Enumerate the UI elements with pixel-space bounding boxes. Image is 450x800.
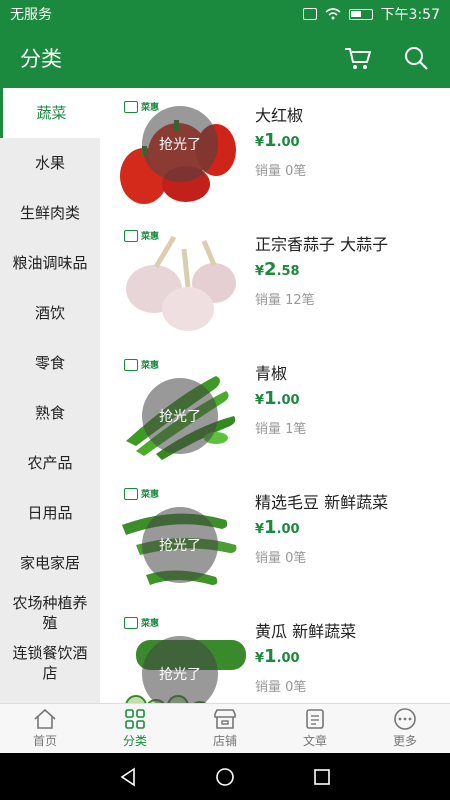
product-image: 菜惠 抢光了 (116, 356, 246, 466)
brand-logo: 菜惠 (124, 487, 159, 500)
sidebar-item-farm-products[interactable]: 农产品 (0, 438, 100, 488)
brand-logo: 菜惠 (124, 616, 159, 629)
article-icon (306, 709, 324, 729)
sidebar-item-vegetables[interactable]: 蔬菜 (0, 88, 100, 138)
product-item[interactable]: 菜惠 抢光了 黄瓜 新鲜蔬菜 ¥1.00 销量 0笔 (100, 604, 450, 703)
product-name: 正宗香蒜子 大蒜子 (255, 235, 389, 254)
sidebar-item-fresh-meat[interactable]: 生鲜肉类 (0, 188, 100, 238)
more-icon (394, 708, 416, 730)
wifi-icon (325, 8, 341, 20)
back-icon[interactable] (117, 766, 139, 788)
product-price: ¥1.00 (255, 646, 300, 667)
sidebar-item-farming[interactable]: 农场种植养殖 (0, 588, 100, 638)
sidebar-item-deli[interactable]: 熟食 (0, 388, 100, 438)
brand-logo: 菜惠 (124, 100, 159, 113)
product-price: ¥1.00 (255, 517, 300, 538)
store-icon (214, 709, 236, 729)
product-sales: 销量 0笔 (255, 164, 307, 179)
brand-logo: 菜惠 (124, 358, 159, 371)
sidebar-item-label: 酒饮 (34, 304, 65, 322)
sidebar-item-fruit[interactable]: 水果 (0, 138, 100, 188)
search-button[interactable] (402, 44, 430, 72)
product-list: 菜惠 抢光了 大红椒 ¥1.00 销量 0笔 菜惠 正宗香蒜子 大蒜子 ¥2.5… (100, 88, 450, 703)
sidebar-item-label: 水果 (34, 154, 65, 172)
product-name: 大红椒 (255, 106, 304, 125)
product-name: 精选毛豆 新鲜蔬菜 (255, 493, 389, 512)
sold-out-badge: 抢光了 (142, 378, 218, 454)
product-sales: 销量 1笔 (255, 422, 307, 437)
sidebar-item-home-appliances[interactable]: 家电家居 (0, 538, 100, 588)
home-button-icon[interactable] (214, 766, 236, 788)
product-image: 菜惠 抢光了 (116, 98, 246, 208)
sidebar-item-label: 日用品 (27, 504, 73, 522)
nav-category[interactable]: 分类 (90, 704, 180, 753)
sidebar-item-label: 蔬菜 (36, 104, 67, 122)
nav-label: 文章 (302, 734, 327, 748)
sidebar-item-label: 农场种植养殖 (12, 594, 88, 632)
sidebar-item-restaurant-chain[interactable]: 连锁餐饮酒店 (0, 638, 100, 688)
sold-out-badge: 抢光了 (142, 636, 218, 703)
app-bar: 分类 (0, 28, 450, 88)
page-title: 分类 (20, 47, 62, 71)
bottom-nav: 首页 分类 店铺 文章 更多 (0, 703, 450, 753)
sidebar-item-label: 连锁餐饮酒店 (12, 644, 88, 682)
product-sales: 销量 12笔 (255, 293, 315, 308)
product-image: 菜惠 抢光了 (116, 485, 246, 595)
nav-home[interactable]: 首页 (0, 704, 90, 753)
product-price: ¥1.00 (255, 388, 300, 409)
sidebar-item-label: 粮油调味品 (12, 254, 88, 272)
brand-logo: 菜惠 (124, 229, 159, 242)
product-name: 青椒 (255, 364, 288, 383)
product-name: 黄瓜 新鲜蔬菜 (255, 622, 357, 641)
sidebar-item-daily-goods[interactable]: 日用品 (0, 488, 100, 538)
status-bar: 无服务 下午3:57 (0, 0, 450, 28)
vibrate-icon (302, 8, 317, 20)
category-icon (125, 709, 145, 729)
category-sidebar: 蔬菜 水果 生鲜肉类 粮油调味品 酒饮 零食 熟食 农产品 日用品 家电家居 农… (0, 88, 100, 703)
battery-icon (348, 8, 373, 20)
recents-icon[interactable] (311, 766, 333, 788)
nav-label: 更多 (392, 734, 417, 748)
product-price: ¥2.58 (255, 259, 300, 280)
sidebar-item-grain-oil[interactable]: 粮油调味品 (0, 238, 100, 288)
sidebar-item-snacks[interactable]: 零食 (0, 338, 100, 388)
nav-label: 首页 (32, 734, 57, 748)
sidebar-item-label: 生鲜肉类 (19, 204, 80, 222)
cart-button[interactable] (344, 44, 372, 72)
system-nav-bar (0, 753, 450, 800)
header-actions (344, 44, 430, 72)
nav-article[interactable]: 文章 (270, 704, 360, 753)
product-image: 菜惠 (116, 227, 246, 337)
product-item[interactable]: 菜惠 正宗香蒜子 大蒜子 ¥2.58 销量 12笔 (100, 217, 450, 346)
sidebar-item-label: 农产品 (27, 454, 73, 472)
search-icon (405, 47, 428, 70)
product-item[interactable]: 菜惠 抢光了 青椒 ¥1.00 销量 1笔 (100, 346, 450, 475)
product-item[interactable]: 菜惠 抢光了 精选毛豆 新鲜蔬菜 ¥1.00 销量 0笔 (100, 475, 450, 604)
nav-label: 店铺 (212, 734, 237, 748)
product-item[interactable]: 菜惠 抢光了 大红椒 ¥1.00 销量 0笔 (100, 88, 450, 217)
product-sales: 销量 0笔 (255, 551, 307, 566)
carrier-text: 无服务 (10, 7, 52, 23)
product-price: ¥1.00 (255, 130, 300, 151)
product-image: 菜惠 抢光了 (116, 614, 246, 703)
clock-text: 下午3:57 (380, 7, 440, 23)
nav-more[interactable]: 更多 (360, 704, 450, 753)
cart-icon (345, 48, 371, 69)
sidebar-item-drinks[interactable]: 酒饮 (0, 288, 100, 338)
home-icon (34, 708, 56, 729)
nav-label: 分类 (122, 734, 147, 748)
status-icons: 下午3:57 (302, 4, 440, 24)
sidebar-item-label: 熟食 (34, 404, 65, 422)
sold-out-badge: 抢光了 (142, 507, 218, 583)
product-sales: 销量 0笔 (255, 680, 307, 695)
sidebar-item-label: 零食 (34, 354, 65, 372)
sold-out-badge: 抢光了 (142, 106, 218, 182)
nav-store[interactable]: 店铺 (180, 704, 270, 753)
sidebar-item-label: 家电家居 (19, 554, 80, 572)
